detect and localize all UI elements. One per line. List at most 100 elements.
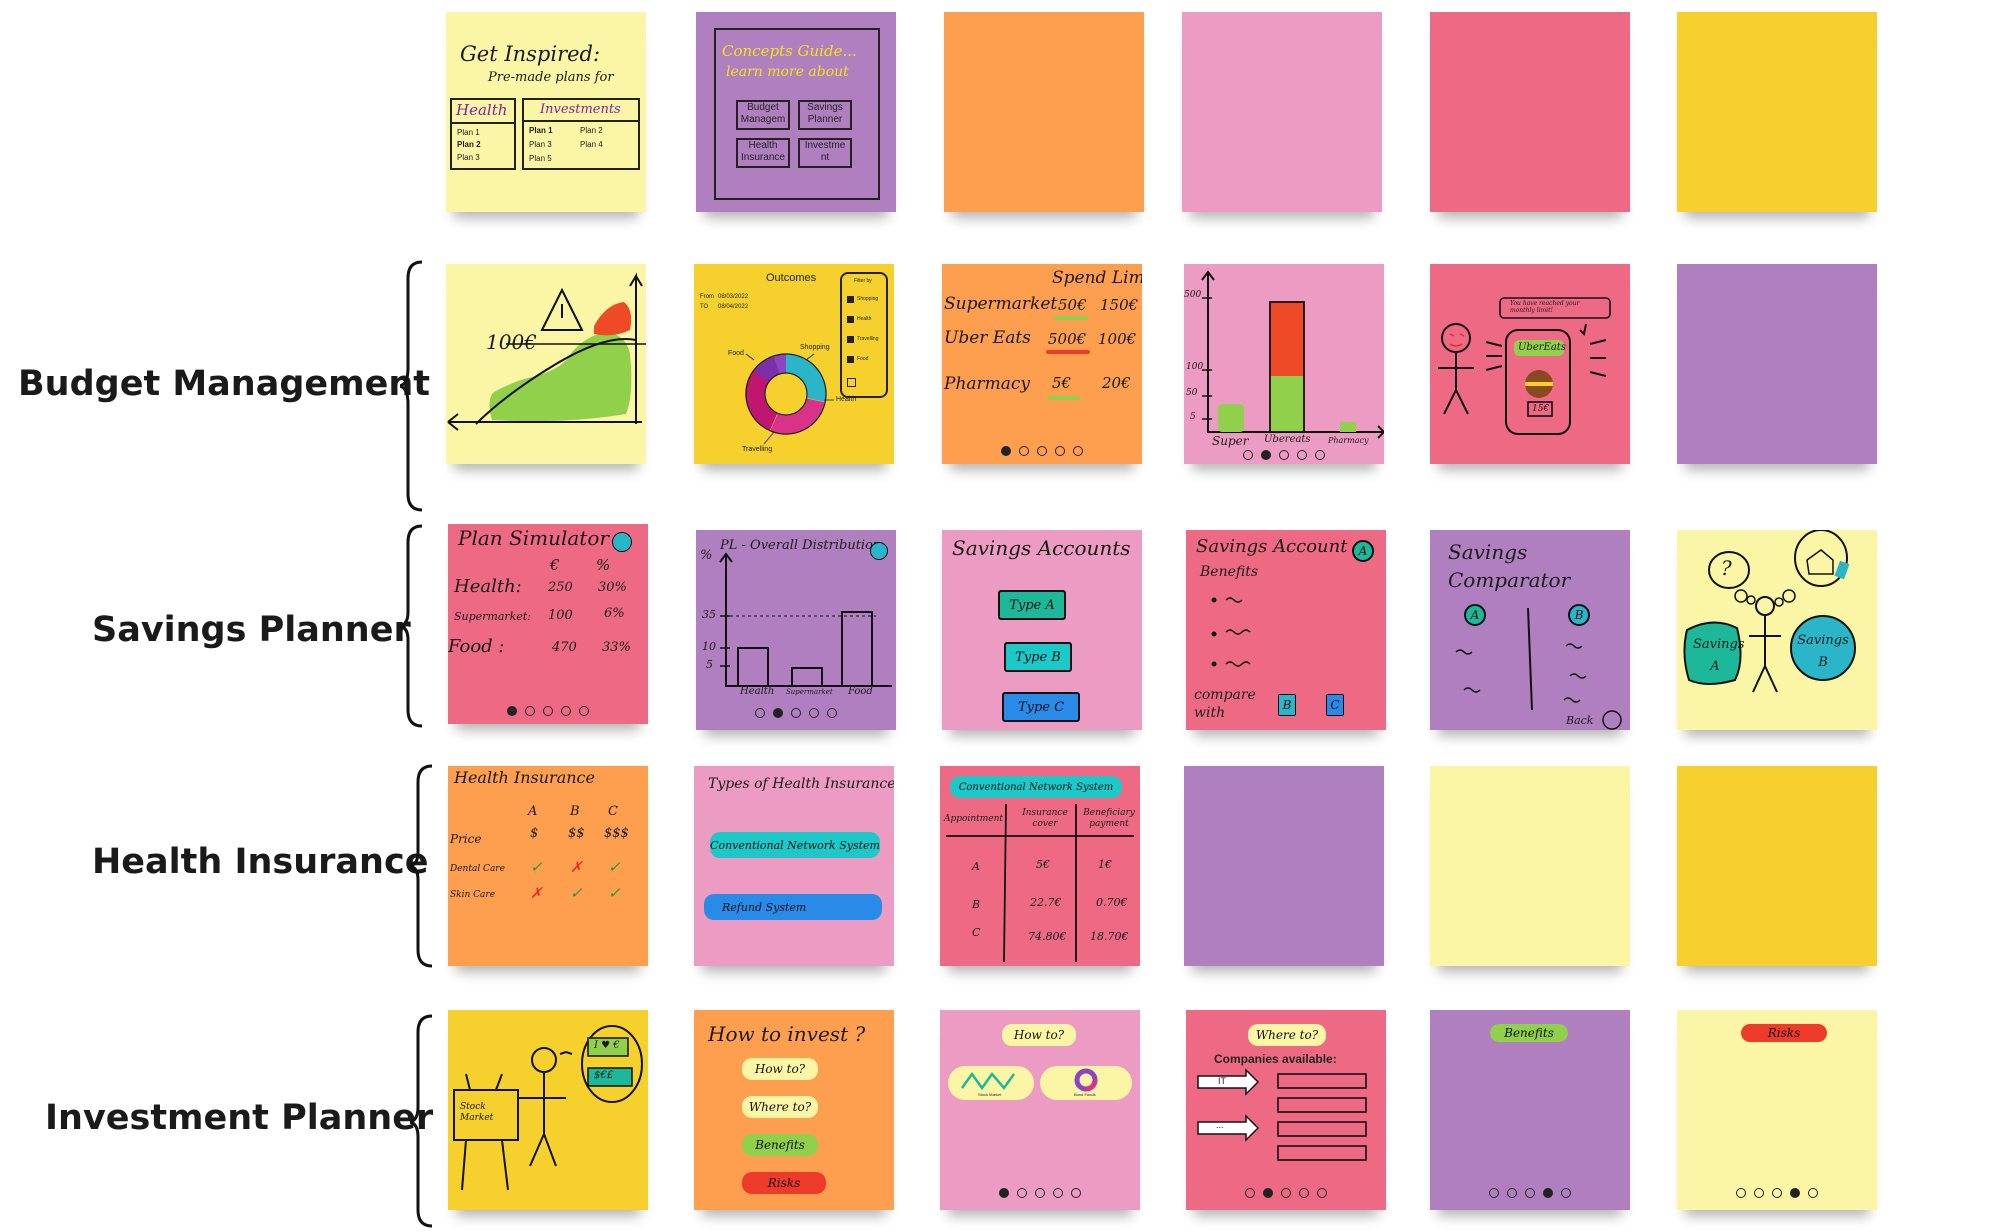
note-spend-limit[interactable]: Spend Limit Supermarket 50€ 150€ Uber Ea… [942,264,1142,464]
refund-system-button[interactable]: Refund System [704,894,882,920]
page-dot[interactable] [1245,1188,1255,1198]
page-dot[interactable] [1736,1188,1746,1198]
page-dot[interactable] [1073,446,1083,456]
compare-option-b[interactable]: B [1278,694,1296,716]
note-limit-alert[interactable]: You have reached your monthly limit! Ube… [1430,264,1630,464]
plan-item[interactable]: Plan 3 [529,140,552,149]
where-to-button[interactable]: Where to? [742,1096,818,1118]
pagination[interactable] [1430,1188,1630,1198]
page-dot[interactable] [1263,1188,1273,1198]
page-dot[interactable] [755,708,765,718]
pagination[interactable] [448,706,648,716]
page-dot[interactable] [1243,450,1253,460]
page-dot[interactable] [507,706,517,716]
page-dot[interactable] [1525,1188,1535,1198]
note-how-to-invest[interactable]: How to invest ? How to? Where to? Benefi… [694,1010,894,1210]
note-benefits[interactable]: Benefits [1430,1010,1630,1210]
page-dot[interactable] [1543,1188,1553,1198]
page-dot[interactable] [827,708,837,718]
page-dot[interactable] [1281,1188,1291,1198]
risks-button[interactable]: Risks [742,1172,826,1194]
note-outcomes[interactable]: Outcomes From 08/03/2022 TO 08/04/2022 F… [694,264,894,464]
note-get-inspired[interactable]: Get Inspired: Pre-made plans for Health … [446,12,646,212]
plan-item[interactable]: Plan 1 [529,126,553,135]
note-where-to[interactable]: Where to? Companies available: IT ... [1186,1010,1386,1210]
page-dot[interactable] [1790,1188,1800,1198]
note-risks[interactable]: Risks [1677,1010,1877,1210]
page-dot[interactable] [1279,450,1289,460]
bond-funds-card[interactable]: Bond Funds [1040,1066,1132,1100]
page-dot[interactable] [1561,1188,1571,1198]
page-dot[interactable] [1037,446,1047,456]
page-dot[interactable] [773,708,783,718]
sim-row-eur[interactable]: 470 [552,640,577,655]
page-dot[interactable] [1772,1188,1782,1198]
benefits-button[interactable]: Benefits [742,1134,818,1156]
pagination[interactable] [1677,1188,1877,1198]
page-dot[interactable] [1754,1188,1764,1198]
note-bar-chart[interactable]: 500 100 50 5 Super Ubereats Pharmacy [1184,264,1384,464]
plan-item[interactable]: Plan 4 [580,140,603,149]
page-dot[interactable] [1053,1188,1063,1198]
sim-row-eur[interactable]: 250 [548,580,573,595]
stock-market-card[interactable]: Stock Market [948,1066,1034,1100]
page-dot[interactable] [1297,450,1307,460]
account-type-button[interactable]: Type A [998,590,1066,620]
page-dot[interactable] [1071,1188,1081,1198]
globe-icon[interactable] [612,532,632,552]
page-dot[interactable] [999,1188,1009,1198]
account-type-button[interactable]: Type C [1002,692,1080,722]
bubble-savings-b[interactable]: Savings B [1797,630,1849,674]
concept-button[interactable]: Investme nt [798,138,852,168]
conventional-network-button[interactable]: Conventional Network System [710,832,880,858]
concept-button[interactable]: Health Insurance [736,138,790,168]
pagination[interactable] [696,708,896,718]
pagination[interactable] [1186,1188,1386,1198]
note-spending-graph[interactable]: 100€ [446,264,646,464]
concept-button[interactable]: Budget Managem [736,100,790,130]
how-to-button[interactable]: How to? [742,1058,818,1080]
note-savings-bubbles[interactable]: ? Savings A Savings B [1677,530,1877,730]
page-dot[interactable] [1019,446,1029,456]
page-dot[interactable] [1507,1188,1517,1198]
page-dot[interactable] [1317,1188,1327,1198]
pagination[interactable] [942,446,1142,456]
plan-item[interactable]: Plan 1 [457,128,480,137]
note-savings-account-a[interactable]: Savings Account A Benefits compare with … [1186,530,1386,730]
page-dot[interactable] [809,708,819,718]
plan-item[interactable]: Plan 2 [580,126,603,135]
plan-item[interactable]: Plan 3 [457,153,480,162]
note-stock-market-man[interactable]: Stock Market I ♥ € $€£ [448,1010,648,1210]
note-distribution[interactable]: PL - Overall Distribution % 35 10 5 Heal… [696,530,896,730]
note-network-system[interactable]: Conventional Network System Appointment … [940,766,1140,966]
page-dot[interactable] [579,706,589,716]
page-dot[interactable] [1315,450,1325,460]
page-dot[interactable] [1001,446,1011,456]
compare-option-c[interactable]: C [1326,694,1344,716]
page-dot[interactable] [1489,1188,1499,1198]
page-dot[interactable] [561,706,571,716]
note-health-insurance[interactable]: Health Insurance A B C Price $ $$ $$$ De… [448,766,648,966]
page-dot[interactable] [525,706,535,716]
plan-item[interactable]: Plan 5 [529,154,552,163]
note-how-to[interactable]: How to? Stock Market Bond Funds [940,1010,1140,1210]
note-insurance-types[interactable]: Types of Health Insurance Conventional N… [694,766,894,966]
pagination[interactable] [940,1188,1140,1198]
page-dot[interactable] [1261,450,1271,460]
note-concepts-guide[interactable]: Concepts Guide... learn more about Budge… [696,12,896,212]
note-savings-comparator[interactable]: Savings Comparator A B Back [1430,530,1630,730]
page-dot[interactable] [791,708,801,718]
pagination[interactable] [1184,450,1384,460]
concept-button[interactable]: Savings Planner [798,100,852,130]
page-dot[interactable] [1808,1188,1818,1198]
back-button[interactable]: Back [1566,714,1593,727]
page-dot[interactable] [543,706,553,716]
page-dot[interactable] [1017,1188,1027,1198]
plan-item[interactable]: Plan 2 [457,140,481,149]
sim-row-eur[interactable]: 100 [548,608,573,623]
note-savings-accounts[interactable]: Savings Accounts Type A Type B Type C [942,530,1142,730]
bubble-savings-a[interactable]: Savings A [1693,634,1745,678]
page-dot[interactable] [1035,1188,1045,1198]
account-type-button[interactable]: Type B [1004,642,1072,672]
page-dot[interactable] [1299,1188,1309,1198]
